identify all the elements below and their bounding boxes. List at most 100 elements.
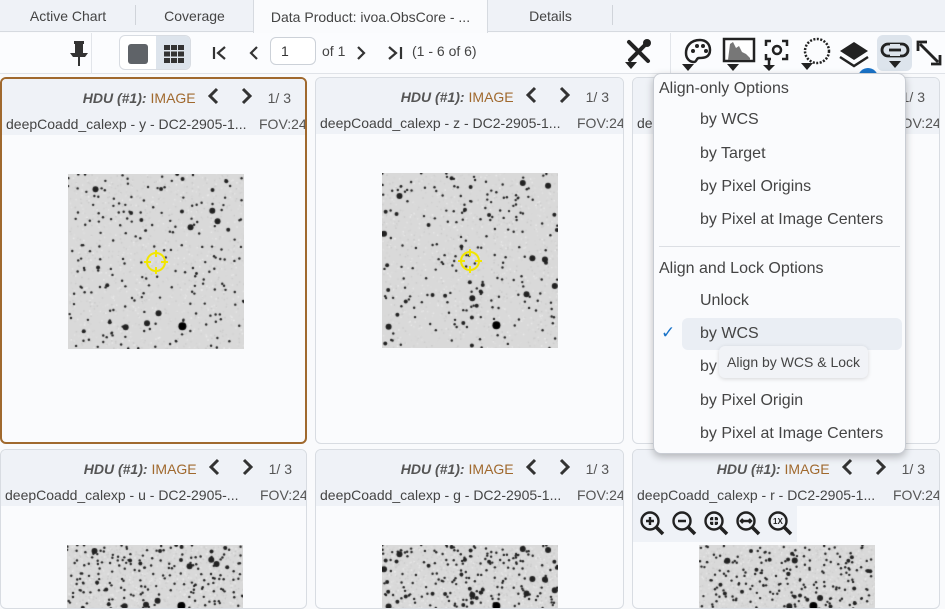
tab-label: Data Product: ivoa.ObsCore - ... [270, 8, 471, 25]
tab-active-chart[interactable]: Active Chart [0, 0, 136, 32]
fov-label: FOV:24 [893, 487, 939, 503]
hdu-type: IMAGE [150, 90, 196, 106]
hdu-page: 1/ 3 [585, 461, 609, 477]
panel-header: HDU (#1): IMAGE 1/ 3 deepCoadd_calexp - … [316, 450, 623, 506]
chevron-left-icon [841, 458, 852, 476]
hdu-label: HDU (#1): [716, 461, 781, 477]
page-number-input[interactable] [270, 37, 316, 65]
first-page-icon [212, 46, 226, 60]
image-panel[interactable]: HDU (#1): IMAGE 1/ 3 deepCoadd_calexp - … [315, 77, 624, 444]
zoom-fill-width-button[interactable] [733, 508, 765, 540]
zoom-out-button[interactable] [669, 508, 701, 540]
chevron-left-icon [208, 458, 219, 476]
target-marker-icon [144, 250, 168, 274]
tools-button[interactable] [622, 35, 656, 71]
prev-hdu-button[interactable] [524, 85, 538, 109]
align-lock-by-pixel-centers[interactable]: by Pixel at Image Centers [682, 418, 902, 450]
tools-icon [625, 39, 651, 69]
prev-hdu-button[interactable] [207, 457, 221, 481]
align-only-by-pixel-origins[interactable]: by Pixel Origins [682, 171, 902, 203]
single-view-button[interactable] [120, 36, 156, 69]
tab-label: Coverage [164, 8, 225, 24]
next-hdu-button[interactable] [558, 457, 572, 481]
sky-image[interactable] [699, 545, 875, 608]
page-count-label: of 1 [322, 43, 346, 59]
hdu-label: HDU (#1): [82, 90, 147, 106]
recenter-icon [763, 39, 789, 71]
hdu-page: 1/ 3 [267, 90, 291, 106]
next-hdu-button[interactable] [240, 86, 254, 110]
layout-toggle [119, 35, 191, 70]
histogram-button[interactable] [722, 36, 756, 72]
next-hdu-button[interactable] [241, 457, 255, 481]
menu-item-label: by Pixel at Image Centers [700, 211, 884, 228]
align-only-header: Align-only Options [659, 80, 789, 97]
layers-button[interactable] [836, 36, 872, 72]
dashed-circle-icon [801, 37, 831, 70]
next-page-button[interactable] [352, 43, 370, 63]
prev-hdu-button[interactable] [206, 86, 220, 110]
last-page-icon [388, 46, 403, 60]
prev-page-button[interactable] [245, 43, 263, 63]
tab-coverage[interactable]: Coverage [136, 0, 253, 32]
tab-details[interactable]: Details [488, 0, 613, 32]
pin-button[interactable] [66, 39, 92, 67]
row-range-label: (1 - 6 of 6) [412, 43, 477, 59]
align-lock-header: Align and Lock Options [659, 260, 824, 277]
histogram-icon [722, 37, 756, 71]
zoom-1x-button[interactable]: 1X [765, 508, 797, 540]
color-stretch-button[interactable] [680, 36, 716, 72]
grid-view-button[interactable] [156, 36, 190, 69]
tab-data-product[interactable]: Data Product: ivoa.ObsCore - ... [253, 0, 488, 33]
prev-hdu-button[interactable] [524, 457, 538, 481]
tab-label: Active Chart [29, 8, 107, 24]
image-panel[interactable]: HDU (#1): IMAGE 1/ 3 deepCoadd_calexp - … [0, 77, 307, 444]
align-only-by-pixel-centers[interactable]: by Pixel at Image Centers [682, 204, 902, 236]
chevron-right-icon [559, 86, 570, 104]
align-lock-unlock[interactable]: Unlock [682, 285, 902, 317]
menu-divider [659, 246, 900, 247]
hdu-selector: HDU (#1): IMAGE 1/ 3 [401, 86, 609, 108]
next-hdu-button[interactable] [558, 85, 572, 109]
panel-header: HDU (#1): IMAGE 1/ 3 deepCoadd_calexp - … [1, 450, 306, 506]
last-page-button[interactable] [384, 43, 406, 63]
chevron-left-icon [525, 458, 536, 476]
expand-button[interactable] [914, 38, 944, 68]
image-title: deepCoadd_calexp - y - DC2-2905-1... [6, 116, 247, 132]
image-panel[interactable]: HDU (#1): IMAGE 1/ 3 deepCoadd_calexp - … [0, 449, 307, 609]
tab-label: Details [529, 8, 572, 24]
zoom-in-button[interactable] [637, 508, 669, 540]
chevron-right-icon [357, 46, 366, 60]
hdu-selector: HDU (#1): IMAGE 1/ 3 [401, 458, 609, 480]
chevron-right-icon [241, 87, 252, 105]
selection-button[interactable] [798, 36, 834, 72]
hdu-selector: HDU (#1): IMAGE 1/ 3 [717, 458, 925, 480]
zoom-fit-button[interactable] [701, 508, 733, 540]
align-lock-button[interactable] [877, 35, 912, 71]
sky-image[interactable] [382, 545, 558, 608]
align-only-by-target[interactable]: by Target [682, 138, 902, 170]
recenter-button[interactable] [760, 36, 794, 72]
hdu-type: IMAGE [784, 461, 830, 477]
hdu-page: 1/ 3 [901, 461, 925, 477]
hdu-type: IMAGE [151, 461, 197, 477]
prev-hdu-button[interactable] [840, 457, 854, 481]
next-hdu-button[interactable] [874, 457, 888, 481]
zoom-fit-icon [704, 511, 729, 536]
palette-icon [682, 38, 712, 71]
first-page-button[interactable] [209, 43, 231, 63]
image-panel[interactable]: HDU (#1): IMAGE 1/ 3 deepCoadd_calexp - … [632, 449, 940, 609]
menu-item-label: by Pixel Origins [700, 178, 812, 195]
image-panel[interactable]: HDU (#1): IMAGE 1/ 3 deepCoadd_calexp - … [315, 449, 624, 609]
panel-header: HDU (#1): IMAGE 1/ 3 deepCoadd_calexp - … [2, 79, 305, 135]
sky-image[interactable] [67, 545, 243, 608]
hdu-page: 1/ 3 [268, 461, 292, 477]
menu-item-label: Unlock [700, 292, 749, 309]
image-title: deepCoadd_calexp - r - DC2-2905-1... [637, 487, 876, 503]
grid-view-icon [164, 44, 184, 63]
hdu-page: 1/ 3 [585, 89, 609, 105]
expand-icon [916, 40, 942, 66]
image-title: deepCoadd_calexp - u - DC2-2905-... [5, 487, 239, 503]
align-lock-by-pixel-origin[interactable]: by Pixel Origin [682, 385, 902, 417]
align-only-by-wcs[interactable]: by WCS [682, 104, 902, 136]
